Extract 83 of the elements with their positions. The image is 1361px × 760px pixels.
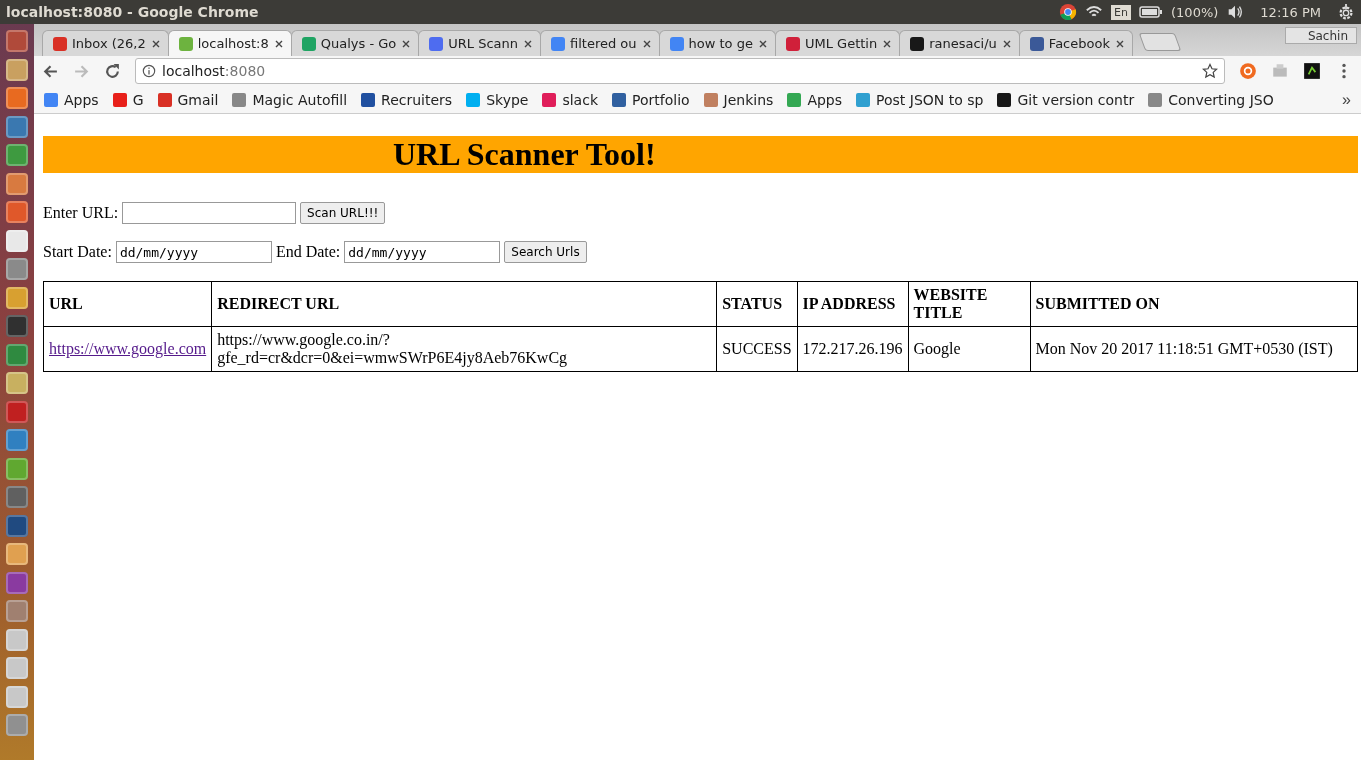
- launcher-app-icon[interactable]: [6, 286, 28, 309]
- browser-icon[interactable]: [1059, 3, 1078, 21]
- bookmark[interactable]: Jenkins: [703, 91, 774, 108]
- url-link[interactable]: https://www.google.com: [49, 340, 207, 357]
- launcher-app-icon[interactable]: [6, 87, 28, 110]
- launcher-app-icon[interactable]: [6, 115, 28, 138]
- bookmark[interactable]: Post JSON to sp: [856, 91, 984, 108]
- launcher-app-icon[interactable]: [6, 258, 28, 281]
- keyboard-indicator[interactable]: En: [1111, 4, 1132, 20]
- launcher-app-icon[interactable]: [6, 229, 28, 252]
- launcher-app-icon[interactable]: [6, 144, 28, 167]
- launcher-app-icon[interactable]: [6, 172, 28, 195]
- start-date-input[interactable]: dd/mm/yyyy: [115, 241, 272, 263]
- start-date-label: Start Date:: [43, 243, 112, 261]
- launcher-app-icon[interactable]: [6, 457, 28, 480]
- end-date-label: End Date:: [275, 243, 341, 261]
- new-tab-button[interactable]: [1138, 33, 1182, 51]
- launcher-app-icon[interactable]: [6, 657, 28, 680]
- info-icon: [142, 64, 156, 78]
- launcher-app-icon[interactable]: [6, 201, 28, 224]
- close-icon[interactable]: [882, 38, 893, 49]
- star-icon[interactable]: [1202, 63, 1218, 79]
- url-input[interactable]: [122, 202, 297, 224]
- browser-tab[interactable]: Inbox (26,2: [42, 30, 169, 56]
- column-header: URL: [43, 281, 212, 327]
- close-icon[interactable]: [523, 38, 534, 49]
- close-icon[interactable]: [401, 38, 412, 49]
- extension-icon[interactable]: [1303, 62, 1321, 80]
- close-icon[interactable]: [757, 38, 768, 49]
- profile-button[interactable]: Sachin: [1284, 27, 1357, 44]
- column-header: REDIRECT URL: [211, 281, 717, 327]
- browser-tab[interactable]: Qualys - Go: [290, 30, 420, 56]
- end-date-input[interactable]: dd/mm/yyyy: [344, 241, 501, 263]
- table-cell: Mon Nov 20 2017 11:18:51 GMT+0530 (IST): [1030, 326, 1358, 372]
- launcher-app-icon[interactable]: [6, 628, 28, 651]
- table-cell: Google: [908, 326, 1031, 372]
- page-heading: URL Scanner Tool!: [43, 136, 1358, 173]
- browser-tab[interactable]: UML Gettin: [774, 30, 901, 56]
- bookmark[interactable]: slack: [542, 91, 598, 108]
- bookmark[interactable]: Converting JSO: [1148, 91, 1274, 108]
- column-header: STATUS: [716, 281, 798, 327]
- browser-tab[interactable]: filtered ou: [540, 30, 660, 56]
- close-icon[interactable]: [1114, 38, 1125, 49]
- browser-tab[interactable]: URL Scann: [418, 30, 542, 56]
- close-icon[interactable]: [641, 38, 652, 49]
- column-header: IP ADDRESS: [797, 281, 909, 327]
- bookmark[interactable]: G: [112, 91, 144, 108]
- bookmark[interactable]: Git version contr: [997, 91, 1135, 108]
- launcher-app-icon[interactable]: [6, 58, 28, 81]
- bookmark[interactable]: Magic Autofill: [232, 91, 348, 108]
- browser-tab[interactable]: localhost:8: [167, 30, 292, 56]
- bookmark[interactable]: Apps: [787, 91, 843, 108]
- address-bar[interactable]: localhost:8080: [135, 58, 1225, 84]
- browser-tab[interactable]: ranesaci/u: [899, 30, 1020, 56]
- clock[interactable]: 12:16 PM: [1260, 4, 1321, 20]
- url-label: Enter URL:: [43, 204, 119, 222]
- column-header: WEBSITE TITLE: [908, 281, 1031, 327]
- launcher-app-icon[interactable]: [6, 685, 28, 708]
- table-cell: SUCCESS: [716, 326, 798, 372]
- more-bookmarks-button[interactable]: »: [1342, 90, 1351, 109]
- scan-url-button[interactable]: Scan URL!!!: [300, 202, 386, 224]
- close-icon[interactable]: [150, 38, 161, 49]
- battery-icon[interactable]: [1139, 5, 1164, 19]
- bookmark[interactable]: Portfolio: [612, 91, 690, 108]
- table-cell: 172.217.26.196: [797, 326, 909, 372]
- bookmark[interactable]: Skype: [466, 91, 529, 108]
- close-icon[interactable]: [1001, 38, 1012, 49]
- settings-icon[interactable]: [1337, 3, 1355, 21]
- column-header: SUBMITTED ON: [1030, 281, 1358, 327]
- close-icon[interactable]: [273, 38, 284, 49]
- bookmark[interactable]: Gmail: [157, 91, 219, 108]
- window-title: localhost:8080 - Google Chrome: [6, 4, 259, 20]
- table-cell: https://www.google.co.in/?gfe_rd=cr&dcr=0&ei=wmwSWrP6E4jy8Aeb76KwCg: [211, 326, 717, 372]
- search-urls-button[interactable]: Search Urls: [504, 241, 587, 263]
- bookmark[interactable]: Apps: [44, 91, 99, 108]
- battery-percentage: (100%): [1171, 4, 1219, 20]
- bookmark[interactable]: Recruiters: [361, 91, 453, 108]
- launcher-app-icon[interactable]: [6, 543, 28, 566]
- reload-icon[interactable]: [104, 62, 121, 80]
- volume-icon[interactable]: [1226, 3, 1245, 21]
- browser-tab[interactable]: how to ge: [658, 30, 776, 56]
- browser-tab[interactable]: Facebook: [1018, 30, 1133, 56]
- launcher-app-icon[interactable]: [6, 372, 28, 395]
